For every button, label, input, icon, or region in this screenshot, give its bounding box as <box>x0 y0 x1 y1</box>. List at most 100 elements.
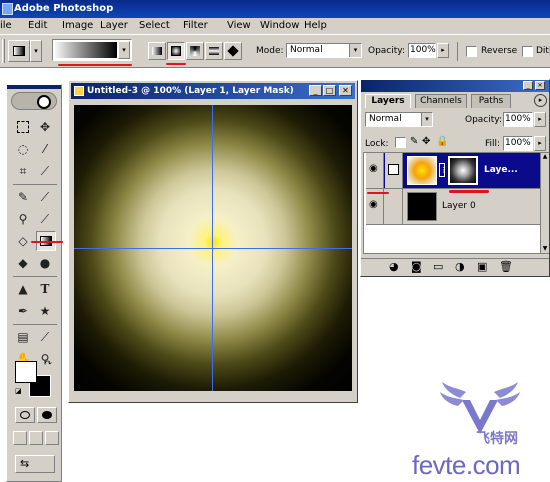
menu-image[interactable]: Image <box>62 18 93 34</box>
clone-stamp-tool-icon[interactable]: ⚲ <box>13 209 33 229</box>
minimize-button[interactable]: _ <box>309 85 322 96</box>
eyedropper-tool-icon[interactable]: ⟋ <box>35 327 55 347</box>
menu-help[interactable]: Help <box>304 18 327 34</box>
healing-brush-tool-icon[interactable]: ✎ <box>13 187 33 207</box>
diamond-gradient-button[interactable] <box>224 42 242 60</box>
layer-opacity-slider-button[interactable]: ▸ <box>534 112 546 127</box>
chevron-down-icon: ▾ <box>421 113 432 126</box>
swap-colors-icon[interactable]: ↷ <box>45 359 52 368</box>
link-cell[interactable] <box>385 189 403 224</box>
lasso-tool-icon[interactable]: ◌ <box>13 139 33 159</box>
opacity-value: 100% <box>410 45 436 55</box>
tab-layers[interactable]: Layers <box>365 94 411 108</box>
default-colors-icon[interactable]: ◪ <box>15 387 23 395</box>
angle-gradient-button[interactable] <box>186 42 204 60</box>
dodge-tool-icon[interactable]: ● <box>35 253 55 273</box>
maximize-button[interactable]: □ <box>323 85 336 96</box>
photoshop-eye-logo[interactable] <box>11 92 57 110</box>
move-tool-icon[interactable]: ✥ <box>35 117 55 137</box>
type-tool-icon[interactable]: T <box>35 279 55 299</box>
fill-slider-button[interactable]: ▸ <box>534 136 546 151</box>
dither-checkbox[interactable] <box>522 46 533 57</box>
blend-mode-select[interactable]: Normal ▾ <box>365 112 433 127</box>
menu-filter[interactable]: Filter <box>183 18 208 34</box>
visibility-cell[interactable]: ◉ <box>366 189 384 224</box>
screen-mode-full-button[interactable] <box>45 431 59 445</box>
screen-mode-menu-button[interactable] <box>29 431 43 445</box>
lock-transparency-checkbox[interactable] <box>395 137 406 148</box>
slice-tool-icon[interactable]: ⟋ <box>35 161 55 181</box>
brush-tool-icon[interactable]: ⟋ <box>35 187 55 207</box>
magic-wand-tool-icon[interactable]: ⁄ <box>35 139 55 159</box>
linear-gradient-button[interactable] <box>148 42 166 60</box>
crop-tool-icon[interactable]: ⌗ <box>13 161 33 181</box>
chain-link-icon[interactable]: ⋮ <box>439 163 447 177</box>
reflected-gradient-button[interactable] <box>205 42 223 60</box>
history-brush-tool-icon[interactable]: ⟋ <box>35 209 55 229</box>
preset-arrow-button[interactable]: ▾ <box>30 40 42 62</box>
layer-actions-bar: ◕ ◙ ▭ ◑ ▣ 🗑 <box>361 258 549 276</box>
marquee-tool-icon[interactable] <box>13 117 33 137</box>
new-set-icon[interactable]: ▭ <box>433 260 443 273</box>
menu-window[interactable]: Window <box>260 18 299 34</box>
layer-row[interactable]: ◉ Layer 0 <box>366 189 542 225</box>
layers-palette: _ ✕ Layers Channels Paths ▸ Normal ▾ Opa… <box>360 79 550 277</box>
gradient-picker[interactable]: ▾ <box>52 39 132 61</box>
fill-input[interactable]: 100% <box>503 136 533 151</box>
scroll-up-icon[interactable]: ▲ <box>541 153 549 161</box>
lock-icon[interactable]: 🔒 <box>436 136 448 147</box>
radial-gradient-button[interactable] <box>167 42 185 60</box>
layer-mask-thumbnail[interactable] <box>448 156 478 185</box>
horizontal-guide[interactable] <box>74 248 352 249</box>
tool-options-bar: ▾ ▾ Mode: Normal ▾ Opacity: 100% ▸ Rever… <box>0 34 550 68</box>
layer-opacity-input[interactable]: 100% <box>503 112 533 127</box>
menu-edit[interactable]: Edit <box>28 18 47 34</box>
path-selection-tool-icon[interactable]: ▲ <box>13 279 33 299</box>
chevron-down-icon: ▾ <box>349 44 361 57</box>
jump-to-imageready-button[interactable]: ⇆ <box>15 455 55 473</box>
palette-title-bar[interactable]: _ ✕ <box>361 80 549 92</box>
mask-link-cell[interactable] <box>385 153 403 188</box>
screen-mode-standard-button[interactable] <box>13 431 27 445</box>
watermark: 飞特网 fevte.com <box>410 380 550 482</box>
scroll-down-icon[interactable]: ▼ <box>541 245 549 253</box>
foreground-color-swatch[interactable] <box>15 361 37 383</box>
eraser-tool-icon[interactable]: ◇ <box>13 231 33 251</box>
close-button[interactable]: ✕ <box>339 85 352 96</box>
custom-shape-tool-icon[interactable]: ★ <box>35 301 55 321</box>
palette-close-button[interactable]: ✕ <box>535 81 545 90</box>
opacity-input[interactable]: 100% <box>408 43 436 58</box>
trash-icon[interactable]: 🗑 <box>499 260 513 273</box>
tool-preset-picker[interactable] <box>8 40 30 62</box>
layer-style-icon[interactable]: ◕ <box>389 260 399 273</box>
quick-mask-button[interactable] <box>37 407 57 423</box>
layer-list-scrollbar[interactable]: ▲ ▼ <box>540 153 549 253</box>
gradient-dropdown-arrow[interactable]: ▾ <box>118 41 130 59</box>
brush-lock-icon[interactable]: ✎ <box>410 136 418 147</box>
new-layer-icon[interactable]: ▣ <box>477 260 487 273</box>
opacity-label: Opacity: <box>368 46 405 56</box>
palette-minimize-button[interactable]: _ <box>523 81 533 90</box>
add-mask-icon[interactable]: ◙ <box>411 260 422 273</box>
image-canvas[interactable] <box>74 105 352 391</box>
layer-name: Laye... <box>484 165 518 175</box>
opacity-slider-button[interactable]: ▸ <box>437 43 449 58</box>
menu-view[interactable]: View <box>227 18 251 34</box>
palette-menu-button[interactable]: ▸ <box>534 94 547 107</box>
layer-row-selected[interactable]: ◉ ⋮ Laye... <box>366 153 542 189</box>
pen-tool-icon[interactable]: ✒ <box>13 301 33 321</box>
notes-tool-icon[interactable]: ▤ <box>13 327 33 347</box>
reverse-checkbox[interactable] <box>466 46 477 57</box>
tab-channels[interactable]: Channels <box>415 94 467 108</box>
menu-layer[interactable]: Layer <box>100 18 128 34</box>
move-lock-icon[interactable]: ✥ <box>422 136 430 147</box>
layer-name: Layer 0 <box>442 201 476 211</box>
blur-tool-icon[interactable]: ◆ <box>13 253 33 273</box>
visibility-cell[interactable]: ◉ <box>366 153 384 188</box>
tab-paths[interactable]: Paths <box>471 94 511 108</box>
menu-select[interactable]: Select <box>139 18 170 34</box>
standard-mode-button[interactable] <box>15 407 35 423</box>
mode-select[interactable]: Normal ▾ <box>286 43 362 58</box>
adjustment-layer-icon[interactable]: ◑ <box>455 260 465 273</box>
menu-file[interactable]: ile <box>0 18 12 34</box>
